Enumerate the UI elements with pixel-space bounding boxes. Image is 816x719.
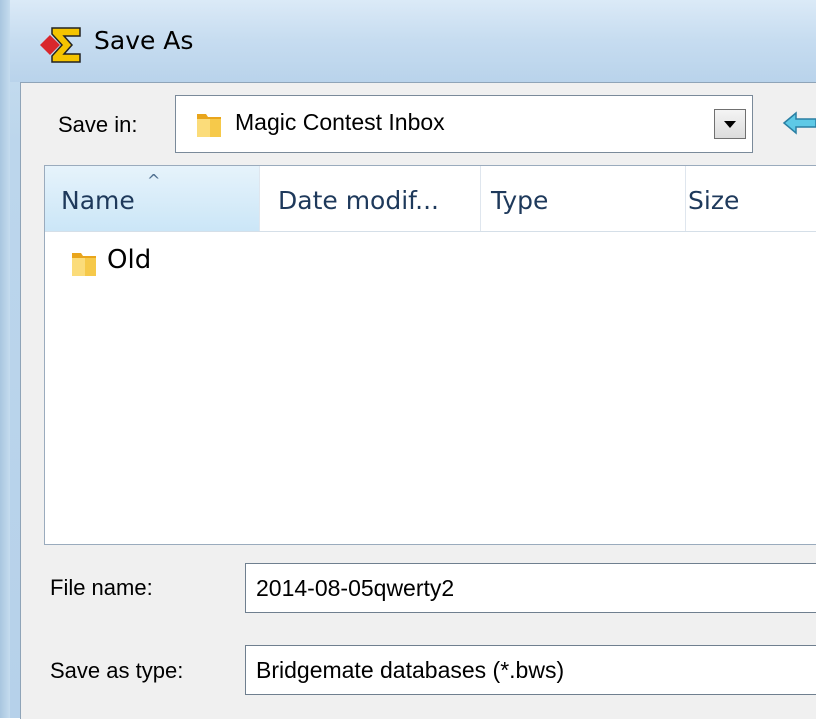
save-in-dropdown-button[interactable] [714,109,746,139]
column-header-type[interactable]: Type [481,166,686,231]
back-arrow-icon[interactable] [780,108,816,138]
column-header-name[interactable]: ^ Name [45,166,260,231]
save-in-value: Magic Contest Inbox [235,109,445,135]
folder-icon [72,253,96,276]
column-label-size: Size [688,186,740,215]
file-list[interactable]: ^ Name Date modif... Type Size Old [44,165,816,545]
chevron-down-icon [724,120,736,128]
list-item[interactable]: Old [45,241,345,283]
save-as-type-label: Save as type: [50,658,184,683]
file-name-value: 2014-08-05qwerty2 [256,575,455,601]
save-as-type-value: Bridgemate databases (*.bws) [256,657,565,683]
file-name-label: File name: [50,575,153,600]
column-header-size[interactable]: Size [686,166,816,231]
column-label-type: Type [491,186,549,215]
save-as-dialog: Save As Save in: Magic Contest Inbox ^ N… [0,0,816,719]
file-name-field[interactable]: 2014-08-05qwerty2 [245,563,816,613]
column-label-date-modified: Date modif... [278,186,439,215]
title-bar[interactable]: Save As [10,0,816,82]
save-in-label: Save in: [58,112,138,137]
save-as-type-select[interactable]: Bridgemate databases (*.bws) [245,645,816,695]
window-title: Save As [94,26,194,55]
folder-icon [197,114,221,137]
sort-ascending-icon: ^ [147,171,161,190]
window-border [0,0,10,718]
sigma-app-icon [40,27,81,63]
column-header-date-modified[interactable]: Date modif... [260,166,481,231]
column-header-row: ^ Name Date modif... Type Size [45,166,816,232]
column-label-name: Name [61,186,135,215]
list-item-name: Old [107,245,152,275]
save-in-combobox[interactable]: Magic Contest Inbox [175,95,753,153]
